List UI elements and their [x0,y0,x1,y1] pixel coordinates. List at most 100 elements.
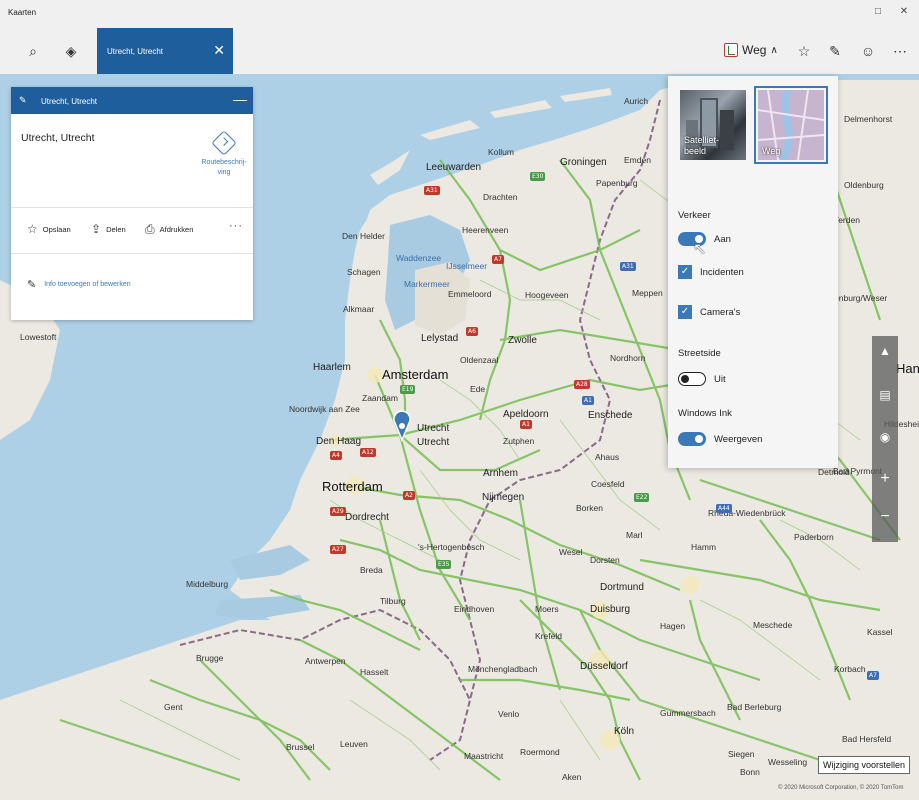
map-place-label[interactable]: Siegen [728,750,754,759]
map-style-button[interactable]: Weg ∧ [724,38,778,62]
locate-button[interactable]: ◉ [872,430,898,444]
map-place-label[interactable]: Rotterdam [322,480,383,493]
more-icon[interactable]: ⋯ [889,40,911,62]
map-place-label[interactable]: Nordhorn [610,354,645,363]
tilt-button[interactable]: ▤ [872,388,898,402]
map-place-label[interactable]: Noordwijk aan Zee [289,405,360,414]
map-place-label[interactable]: Krefeld [535,632,562,641]
map-place-label[interactable]: Markermeer [404,280,450,289]
map-place-label[interactable]: Haarlem [313,363,351,373]
map-place-label[interactable]: Aken [562,773,581,782]
directions-button[interactable]: Routebeschrij­ving [201,130,247,178]
map-place-label[interactable]: Bad Hersfeld [842,735,891,744]
map-place-label[interactable]: Amsterdam [382,368,448,381]
map-place-label[interactable]: Wesseling [768,758,807,767]
map-place-label[interactable]: 's-Hertogenbosch [418,543,484,552]
ink-icon[interactable]: ✎ [824,40,846,62]
windows-ink-toggle[interactable] [678,432,706,446]
map-place-label[interactable]: Drachten [483,193,518,202]
cameras-checkbox[interactable]: ✓ [678,305,692,319]
map-place-label[interactable]: Zwolle [508,336,537,346]
map-place-label[interactable]: Schagen [347,268,381,277]
map-place-label[interactable]: Bonn [740,768,760,777]
map-place-label[interactable]: Enschede [588,411,632,421]
map-place-label[interactable]: Papenburg [596,179,638,188]
map-place-label[interactable]: Brussel [286,743,314,752]
map-place-label[interactable]: Gent [164,703,182,712]
map-place-label[interactable]: Utrecht [417,424,449,434]
map-place-label[interactable]: Delmenhorst [844,115,892,124]
map-place-label[interactable]: Lowestoft [20,333,56,342]
map-place-label[interactable]: Utrecht [417,438,449,448]
map-place-label[interactable]: Kassel [867,628,893,637]
map-place-label[interactable]: Waddenzee [396,254,441,263]
map-place-label[interactable]: Wesel [559,548,582,557]
map-place-label[interactable]: Groningen [560,158,607,168]
map-place-label[interactable]: IJsselmeer [446,262,487,271]
map-place-label[interactable]: Hoogeveen [525,291,568,300]
map-place-label[interactable]: Paderborn [794,533,834,542]
map-place-label[interactable]: Hagen [660,622,685,631]
map-place-label[interactable]: Venlo [498,710,519,719]
suggest-change-button[interactable]: Wijziging voorstellen [818,756,911,774]
minimize-button[interactable]: □ [866,6,890,17]
satellite-view-option[interactable]: Satelliet- beeld [680,90,746,160]
zoom-in-button[interactable]: + [872,470,898,488]
map-place-label[interactable]: Duisburg [590,605,630,615]
map-place-label[interactable]: Borken [576,504,603,513]
map-place-label[interactable]: Nijmegen [482,493,524,503]
edit-info-link[interactable]: ✎ Info toevoegen of bewerken [27,278,131,291]
map-place-label[interactable]: Den Haag [316,437,361,447]
map-place-label[interactable]: Brugge [196,654,223,663]
map-place-label[interactable]: Mönchengladbach [468,665,537,674]
map-place-label[interactable]: Emden [624,156,651,165]
map-place-label[interactable]: Bad Berleburg [727,703,781,712]
map-place-label[interactable]: Middelburg [186,580,228,589]
close-icon[interactable]: ✕ [213,42,225,59]
search-result-tab[interactable]: Utrecht, Utrecht ✕ [97,28,233,74]
map-place-label[interactable]: Heerenveen [462,226,508,235]
map-place-label[interactable]: Marl [626,531,643,540]
map-place-label[interactable]: Oldenburg [844,181,884,190]
map-place-label[interactable]: Breda [360,566,383,575]
map-place-label[interactable]: Dorsten [590,556,620,565]
map-place-label[interactable]: Kollum [488,148,514,157]
map-place-label[interactable]: Meschede [753,621,792,630]
map-place-label[interactable]: Hamm [691,543,716,552]
map-place-label[interactable]: Meppen [632,289,663,298]
map-place-label[interactable]: Hasselt [360,668,388,677]
map-place-label[interactable]: Lelystad [421,334,458,344]
map-place-label[interactable]: Zutphen [503,437,534,446]
map-place-label[interactable]: Gummersbach [660,709,716,718]
map-place-label[interactable]: Dordrecht [345,513,389,523]
map-place-label[interactable]: Oldenzaal [460,356,498,365]
search-icon[interactable]: ⌕ [22,40,44,62]
card-more-button[interactable]: ··· [229,220,243,232]
map-place-label[interactable]: Apeldoorn [503,410,549,420]
favorites-icon[interactable]: ☆ [793,40,815,62]
print-button[interactable]: ⎙ Afdrukken [145,222,193,237]
map-place-label[interactable]: Tilburg [380,597,406,606]
map-place-label[interactable]: Korbach [834,665,866,674]
save-button[interactable]: ☆ Opslaan [27,222,71,236]
place-card-header[interactable]: ✎ Utrecht, Utrecht — [11,87,253,114]
map-place-label[interactable]: Leeuwarden [426,163,481,173]
map-place-label[interactable]: Leuven [340,740,368,749]
compass-button[interactable]: ▲ [872,344,898,358]
map-place-label[interactable]: Roermond [520,748,560,757]
map-place-label[interactable]: Maastricht [464,752,503,761]
map-place-label[interactable]: Coesfeld [591,480,625,489]
map-place-label[interactable]: Köln [614,727,634,737]
road-view-option[interactable]: Weg [754,86,828,164]
account-icon[interactable]: ☺ [857,40,879,62]
minimize-card-button[interactable]: — [233,91,247,107]
map-place-label[interactable]: Hann [896,362,919,375]
close-window-button[interactable]: ✕ [892,6,916,17]
map-place-label[interactable]: Detmold [818,468,850,477]
zoom-out-button[interactable]: − [872,508,898,526]
map-place-label[interactable]: Moers [535,605,559,614]
map-place-label[interactable]: Aurich [624,97,648,106]
incidents-checkbox[interactable]: ✓ [678,265,692,279]
map-place-label[interactable]: Den Helder [342,232,385,241]
map-place-label[interactable]: Düsseldorf [580,662,628,672]
